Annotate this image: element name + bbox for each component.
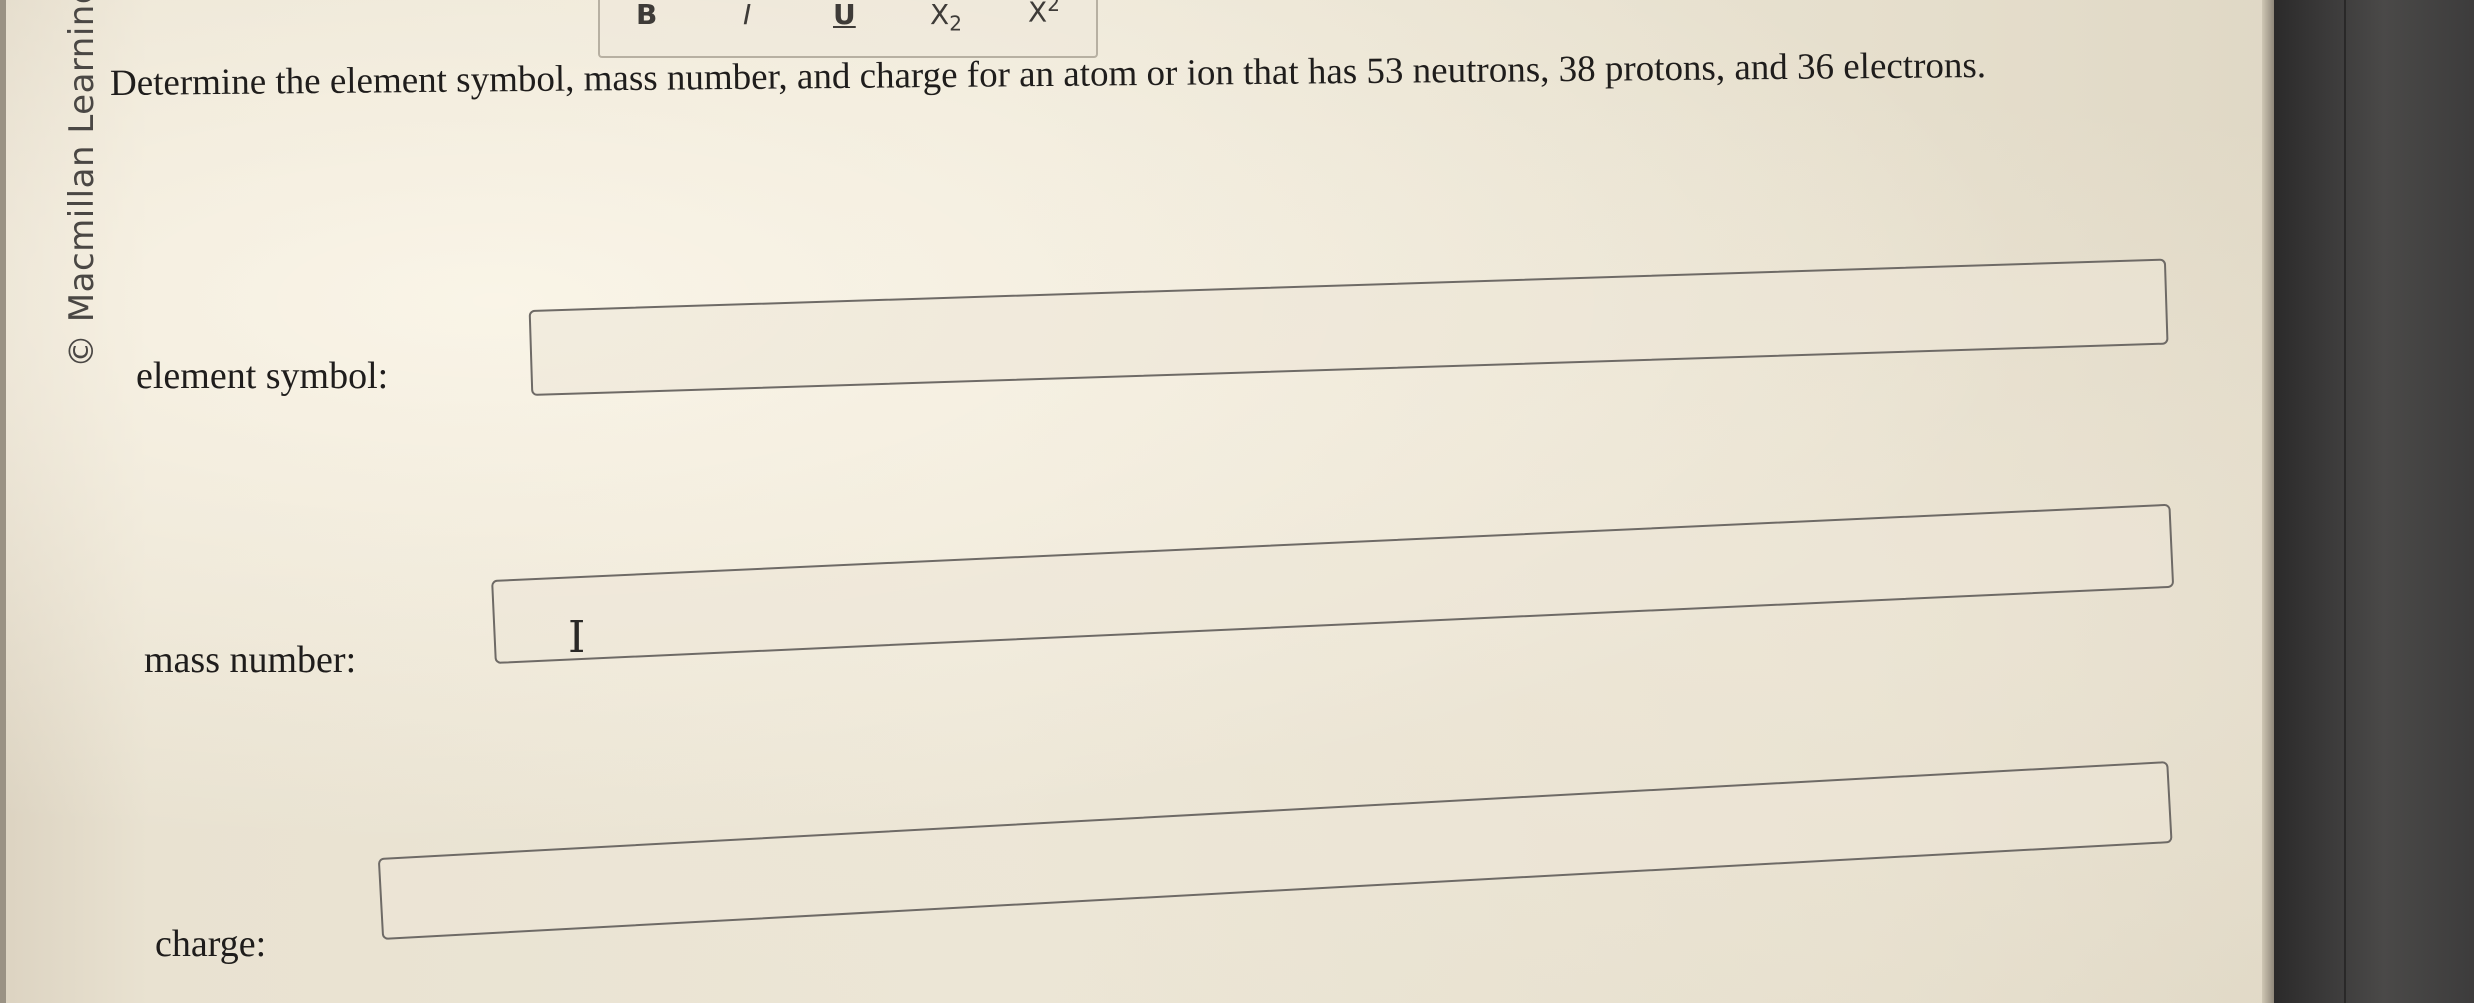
copyright-notice: © Macmillan Learning <box>62 0 102 368</box>
mass-number-input[interactable] <box>491 503 2175 664</box>
element-symbol-label: element symbol: <box>136 355 389 397</box>
charge-label: charge: <box>155 923 267 965</box>
monitor-bezel <box>2274 0 2474 1003</box>
bold-button[interactable]: B <box>636 0 657 31</box>
subscript-base: X <box>930 0 950 31</box>
screen-edge <box>0 0 6 1003</box>
superscript-base: X <box>1028 0 1048 29</box>
mass-number-label: mass number: <box>144 639 357 681</box>
superscript-mark: 2 <box>1047 0 1060 16</box>
element-symbol-input[interactable] <box>528 258 2169 396</box>
charge-input[interactable] <box>377 761 2173 940</box>
italic-button[interactable]: I <box>743 0 751 31</box>
subscript-button[interactable]: X2 <box>930 0 962 36</box>
question-text: Determine the element symbol, mass numbe… <box>109 44 1987 104</box>
text-cursor-icon: I <box>568 612 586 663</box>
underline-button[interactable]: U <box>833 0 856 31</box>
screen-bezel-edge <box>2262 0 2274 1003</box>
superscript-button[interactable]: X2 <box>1028 0 1060 28</box>
screen: © Macmillan Learning B I U X2 X2 Determi… <box>0 0 2474 1003</box>
formatting-toolbar: B I U X2 X2 <box>598 0 1098 58</box>
subscript-mark: 2 <box>949 11 962 36</box>
